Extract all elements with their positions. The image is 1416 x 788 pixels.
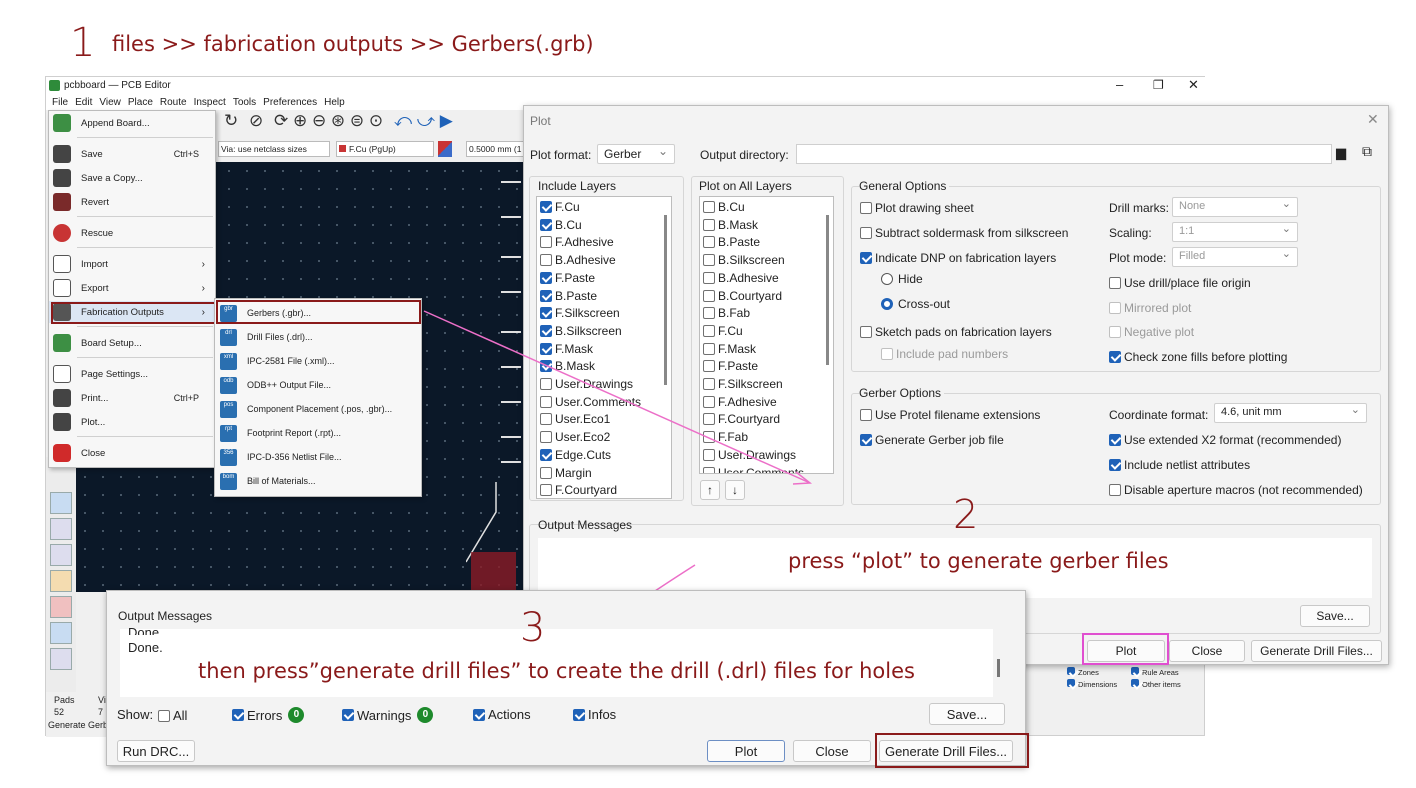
run-drc-button[interactable]: Run DRC... [117,740,195,762]
show-actions-checkbox[interactable]: Actions [473,707,531,722]
show-errors-checkbox[interactable]: Errors 0 [232,707,305,723]
output-messages-title: Output Messages [118,609,213,623]
output-plot-button[interactable]: Plot [707,740,785,762]
step3-number: 3 [520,605,546,651]
output-line-1: Done. [128,625,163,635]
show-warnings-checkbox[interactable]: Warnings 0 [342,707,434,723]
arrow-gerbers-to-plot [423,310,811,484]
output-save-button[interactable]: Save... [929,703,1005,725]
output-close-button[interactable]: Close [793,740,871,762]
errors-count-badge: 0 [288,707,305,723]
show-infos-checkbox[interactable]: Infos [573,707,616,722]
step3-instruction: then press”generate drill files” to crea… [198,659,915,683]
generate-drill-highlight [875,733,1029,768]
output-scrollbar[interactable] [997,659,1000,677]
show-all-checkbox[interactable]: All [158,708,187,723]
output-line-2: Done. [128,640,163,655]
warnings-count-badge: 0 [417,707,434,723]
show-label: Show: [117,707,154,722]
